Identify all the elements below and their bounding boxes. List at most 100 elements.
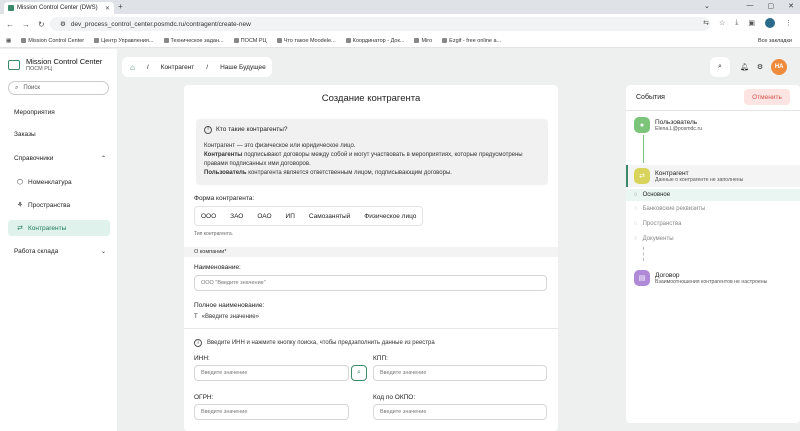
step-title: Пользователь bbox=[655, 118, 698, 126]
bookmark-item[interactable]: ПОСМ РЦ bbox=[233, 38, 267, 44]
global-search-button[interactable]: ⌕ bbox=[710, 57, 730, 77]
all-bookmarks[interactable]: Все закладки bbox=[758, 38, 800, 44]
type-option-ip[interactable]: ИП bbox=[286, 213, 295, 220]
breadcrumb-item[interactable]: Контрагент bbox=[161, 64, 195, 71]
fullname-label: Полное наименование: bbox=[194, 302, 265, 309]
back-icon[interactable]: ← bbox=[6, 20, 14, 29]
breadcrumb-separator: / bbox=[146, 63, 149, 71]
sidebar: Mission Control Center ПОСМ РЦ ⌕ Поиск М… bbox=[0, 49, 117, 431]
sidebar-item-label: Работа склада bbox=[14, 247, 59, 255]
apps-icon[interactable]: ▦ bbox=[6, 38, 11, 44]
fullname-value: «Введите значение» bbox=[201, 314, 259, 320]
sidebar-item-refs[interactable]: Справочники ⌃ bbox=[8, 150, 110, 166]
info-line: Контрагент — это физическое или юридичес… bbox=[204, 142, 356, 149]
inn-search-button[interactable]: ⌕ bbox=[351, 365, 367, 381]
menu-icon[interactable]: ⋮ bbox=[785, 19, 792, 27]
logo-icon bbox=[8, 59, 20, 70]
step-title: Договор bbox=[655, 271, 680, 279]
sub-item-spaces[interactable]: ◌ Пространства bbox=[634, 218, 794, 230]
tab-list-icon[interactable]: ⌄ bbox=[704, 2, 710, 10]
bookmark-item[interactable]: Что такое Moodele... bbox=[276, 38, 336, 44]
type-option-individual[interactable]: Физическое лицо bbox=[364, 213, 416, 220]
sidebar-item-orders[interactable]: Заказы bbox=[8, 126, 110, 142]
sub-item-basic[interactable]: ◌ Основное bbox=[626, 189, 800, 201]
fullname-field[interactable]: T «Введите значение» bbox=[194, 314, 259, 320]
brand-title: Mission Control Center bbox=[26, 57, 103, 66]
bookmark-item[interactable]: Ezgif - free online a... bbox=[442, 38, 501, 44]
forward-icon[interactable]: → bbox=[22, 20, 30, 29]
translate-icon[interactable]: ⇆ bbox=[703, 19, 709, 27]
document-icon: ▤ bbox=[634, 270, 650, 286]
chevron-down-icon: ⌄ bbox=[100, 248, 106, 255]
search-icon: ⌕ bbox=[718, 63, 722, 70]
sidebar-item-label: Контрагенты bbox=[28, 224, 67, 232]
step-user[interactable]: ● Пользователь Elena.L@posmdc.ru bbox=[634, 117, 702, 133]
inn-input[interactable]: Введите значение bbox=[194, 365, 349, 381]
ogrn-input[interactable]: Введите значение bbox=[194, 404, 349, 420]
bookmark-item[interactable]: Техническое задан... bbox=[163, 38, 224, 44]
sidebar-item-contragents[interactable]: ⇄ Контрагенты bbox=[8, 220, 110, 236]
bookmark-item[interactable]: Центр Управления... bbox=[94, 38, 154, 44]
avatar[interactable]: НА bbox=[771, 59, 788, 75]
site-info-icon[interactable]: ⚙ bbox=[60, 20, 66, 28]
bookmark-star-icon[interactable]: ☆ bbox=[719, 19, 725, 27]
step-contract[interactable]: ▤ Договор Взаимоотношения контрагентов н… bbox=[634, 270, 767, 286]
kpp-label: КПП: bbox=[373, 355, 388, 362]
url-field[interactable]: ⚙ dev_process_control_center.posmdc.ru/c… bbox=[50, 17, 710, 31]
reload-icon[interactable]: ↻ bbox=[38, 20, 45, 29]
breadcrumb: ⌂ / Контрагент / Наше Будущее bbox=[122, 57, 272, 77]
bookmark-item[interactable]: Mission Control Center bbox=[21, 38, 84, 44]
close-tab-icon[interactable]: ✕ bbox=[105, 5, 110, 12]
cancel-button[interactable]: Отменить bbox=[744, 89, 790, 105]
home-icon[interactable]: ⌂ bbox=[130, 63, 135, 72]
type-option-selfemployed[interactable]: Самозанятый bbox=[309, 213, 350, 220]
events-title: События bbox=[636, 94, 665, 101]
info-line: правами подписанных ими договоров. bbox=[204, 160, 311, 167]
breadcrumb-item[interactable]: Наше Будущее bbox=[220, 64, 266, 71]
favicon-icon bbox=[8, 5, 14, 11]
circle-icon: ◌ bbox=[634, 192, 638, 198]
gear-icon[interactable]: ⚙ bbox=[757, 63, 763, 71]
download-icon[interactable]: ⤓ bbox=[735, 19, 738, 27]
minimize-icon[interactable]: — bbox=[747, 2, 754, 10]
tab-title: Mission Control Center (DWS) bbox=[17, 5, 98, 11]
sub-item-documents[interactable]: ◌ Документы bbox=[634, 233, 794, 245]
bookmark-item[interactable]: Miro bbox=[414, 38, 432, 44]
sidebar-item-events[interactable]: Мероприятия bbox=[8, 104, 110, 120]
type-option-ooo[interactable]: ООО bbox=[201, 213, 216, 220]
sidebar-search[interactable]: ⌕ Поиск bbox=[8, 81, 109, 95]
search-icon: ⌕ bbox=[15, 84, 19, 91]
okpo-input[interactable]: Введите значение bbox=[373, 404, 547, 420]
bell-icon[interactable]: 🔔︎ bbox=[740, 63, 749, 71]
circle-icon: ◌ bbox=[634, 221, 638, 227]
inn-label: ИНН: bbox=[194, 355, 210, 362]
spaces-icon: ⚘ bbox=[16, 202, 24, 209]
bookmark-item[interactable]: Координатор - Док... bbox=[345, 38, 404, 44]
kpp-input[interactable]: Введите значение bbox=[373, 365, 547, 381]
sidebar-item-warehouse[interactable]: Работа склада ⌄ bbox=[8, 243, 110, 259]
type-option-oao[interactable]: ОАО bbox=[257, 213, 271, 220]
name-input[interactable]: ООО "Введите значение" bbox=[194, 275, 547, 291]
brand[interactable]: Mission Control Center ПОСМ РЦ bbox=[8, 57, 102, 72]
browser-tab[interactable]: Mission Control Center (DWS) ✕ bbox=[4, 2, 114, 14]
page-title: Создание контрагента bbox=[321, 93, 421, 104]
inn-note-text: Введите ИНН и нажмите кнопку поиска, что… bbox=[207, 340, 435, 346]
sidebar-item-nomenclature[interactable]: ⬡ Номенклатура bbox=[8, 174, 110, 190]
extensions-icon[interactable]: ▣ bbox=[748, 19, 755, 27]
sidebar-item-spaces[interactable]: ⚘ Пространства bbox=[8, 197, 110, 213]
sidebar-item-label: Заказы bbox=[14, 130, 36, 138]
create-contragent-form: Создание контрагента i Кто такие контраг… bbox=[184, 85, 558, 431]
step-subtitle: Данные о контрагенте не заполнены bbox=[655, 176, 744, 183]
new-tab-icon[interactable]: + bbox=[118, 2, 123, 11]
close-window-icon[interactable]: ✕ bbox=[788, 2, 794, 10]
handshake-icon: ⇄ bbox=[634, 168, 650, 184]
maximize-icon[interactable]: ▢ bbox=[768, 2, 775, 10]
step-contragent[interactable]: ⇄ Контрагент Данные о контрагенте не зап… bbox=[634, 168, 743, 184]
profile-icon[interactable] bbox=[765, 18, 775, 28]
sub-item-bank[interactable]: ◌ Банковские реквизиты bbox=[634, 203, 794, 215]
step-subtitle: Взаимоотношения контрагентов не настроен… bbox=[655, 278, 768, 285]
type-option-zao[interactable]: ЗАО bbox=[230, 213, 243, 220]
step-connector bbox=[643, 135, 644, 163]
inn-note: i Введите ИНН и нажмите кнопку поиска, ч… bbox=[194, 339, 435, 347]
sidebar-item-label: Мероприятия bbox=[14, 108, 55, 116]
